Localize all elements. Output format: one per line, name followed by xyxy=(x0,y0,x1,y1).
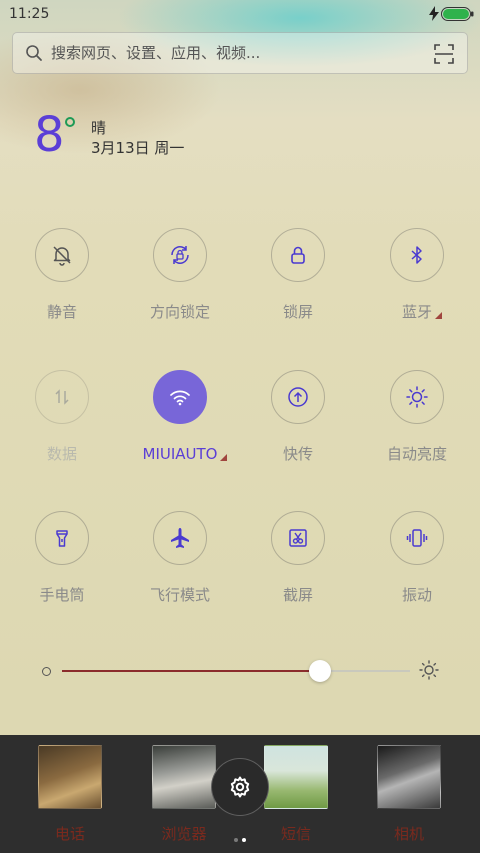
toggle-quick-transfer-button[interactable] xyxy=(271,370,325,424)
transfer-icon xyxy=(288,387,308,407)
toggle-wifi-button[interactable] xyxy=(153,370,207,424)
toggle-wifi[interactable]: MIUIAUTO xyxy=(121,370,239,464)
weather-condition: 晴 xyxy=(91,119,107,137)
app-preview-browser xyxy=(152,745,216,809)
toggle-bluetooth-button[interactable] xyxy=(390,228,444,282)
toggle-lock-screen-button[interactable] xyxy=(271,228,325,282)
degree-symbol xyxy=(65,117,75,127)
toggle-label: 数据 xyxy=(46,445,77,463)
toggle-mobile-data[interactable]: 数据 xyxy=(3,370,121,464)
toggle-vibrate-button[interactable] xyxy=(390,511,444,565)
lock-icon xyxy=(291,246,305,264)
page-dot xyxy=(234,838,238,842)
sun-icon xyxy=(406,386,428,408)
brightness-low-icon xyxy=(42,667,51,676)
page-dot xyxy=(242,838,246,842)
toggle-auto-brightness[interactable]: 自动亮度 xyxy=(358,370,476,464)
toggle-airplane-mode-button[interactable] xyxy=(153,511,207,565)
dock-app-label: 短信 xyxy=(280,825,311,843)
settings-button[interactable] xyxy=(211,758,269,816)
dock-app-label: 相机 xyxy=(393,825,424,843)
toggle-label-text: 蓝牙 xyxy=(401,303,432,321)
dock-app-label: 电话 xyxy=(54,825,85,843)
toggle-auto-brightness-button[interactable] xyxy=(390,370,444,424)
dock-app-camera[interactable]: 相机 xyxy=(364,745,454,844)
toggle-label-text: MIUIAUTO xyxy=(142,445,218,463)
weather-temperature: 8 xyxy=(34,107,65,163)
search-bar[interactable] xyxy=(12,32,468,74)
page-indicator xyxy=(232,827,248,846)
toggle-label: 自动亮度 xyxy=(386,445,447,463)
toggle-quick-transfer[interactable]: 快传 xyxy=(239,370,357,464)
toggle-airplane-mode[interactable]: 飞行模式 xyxy=(121,511,239,605)
toggle-label: 锁屏 xyxy=(282,303,313,321)
toggle-rotation-lock[interactable]: 方向锁定 xyxy=(121,228,239,322)
flashlight-icon xyxy=(56,530,68,547)
gear-icon xyxy=(230,776,250,798)
airplane-icon xyxy=(171,528,189,548)
toggle-vibrate[interactable]: 振动 xyxy=(358,511,476,605)
toggle-label: 快传 xyxy=(282,445,313,463)
app-preview-messages xyxy=(264,745,328,809)
more-options-indicator xyxy=(435,312,442,319)
dock-app-label: 浏览器 xyxy=(161,825,207,843)
status-time: 11:25 xyxy=(9,6,50,22)
mobile-data-icon xyxy=(55,389,69,405)
brightness-fill xyxy=(62,670,320,672)
status-bar: 11:25 xyxy=(0,0,480,28)
charging-icon xyxy=(429,6,439,21)
toggle-flashlight-button[interactable] xyxy=(35,511,89,565)
toggle-silent-button[interactable] xyxy=(35,228,89,282)
brightness-track[interactable] xyxy=(62,660,410,682)
brightness-high-icon xyxy=(419,660,439,680)
app-preview-camera xyxy=(377,745,441,809)
toggle-label: 蓝牙 xyxy=(401,302,442,322)
toggle-rotation-lock-button[interactable] xyxy=(153,228,207,282)
more-options-indicator xyxy=(220,454,228,461)
toggle-label: 截屏 xyxy=(282,586,313,604)
bluetooth-icon xyxy=(411,246,422,264)
brightness-thumb[interactable] xyxy=(308,660,331,682)
toggle-screenshot-button[interactable] xyxy=(271,511,325,565)
battery-icon xyxy=(441,7,474,21)
rotation-lock-icon xyxy=(171,246,189,264)
vibrate-icon xyxy=(406,529,428,547)
scan-icon[interactable] xyxy=(434,44,454,64)
toggle-label: 静音 xyxy=(46,303,77,321)
dock-app-phone[interactable]: 电话 xyxy=(25,745,115,844)
weather-date: 3月13日 周一 xyxy=(91,139,185,157)
search-icon xyxy=(26,45,42,61)
toggle-label: 振动 xyxy=(401,586,432,604)
toggle-mobile-data-button[interactable] xyxy=(35,370,89,424)
toggle-label: 手电筒 xyxy=(39,586,85,604)
screenshot-icon xyxy=(289,529,307,547)
wifi-icon xyxy=(170,390,190,406)
toggle-lock-screen[interactable]: 锁屏 xyxy=(239,228,357,322)
bell-off-icon xyxy=(53,246,71,266)
toggle-label: 方向锁定 xyxy=(149,303,210,321)
toggle-silent[interactable]: 静音 xyxy=(3,228,121,322)
toggle-bluetooth[interactable]: 蓝牙 xyxy=(358,228,476,322)
toggle-label: 飞行模式 xyxy=(149,586,210,604)
toggle-screenshot[interactable]: 截屏 xyxy=(239,511,357,605)
toggle-label: MIUIAUTO xyxy=(142,444,228,464)
search-input[interactable] xyxy=(51,41,411,65)
app-preview-phone xyxy=(38,745,102,809)
toggle-flashlight[interactable]: 手电筒 xyxy=(3,511,121,605)
